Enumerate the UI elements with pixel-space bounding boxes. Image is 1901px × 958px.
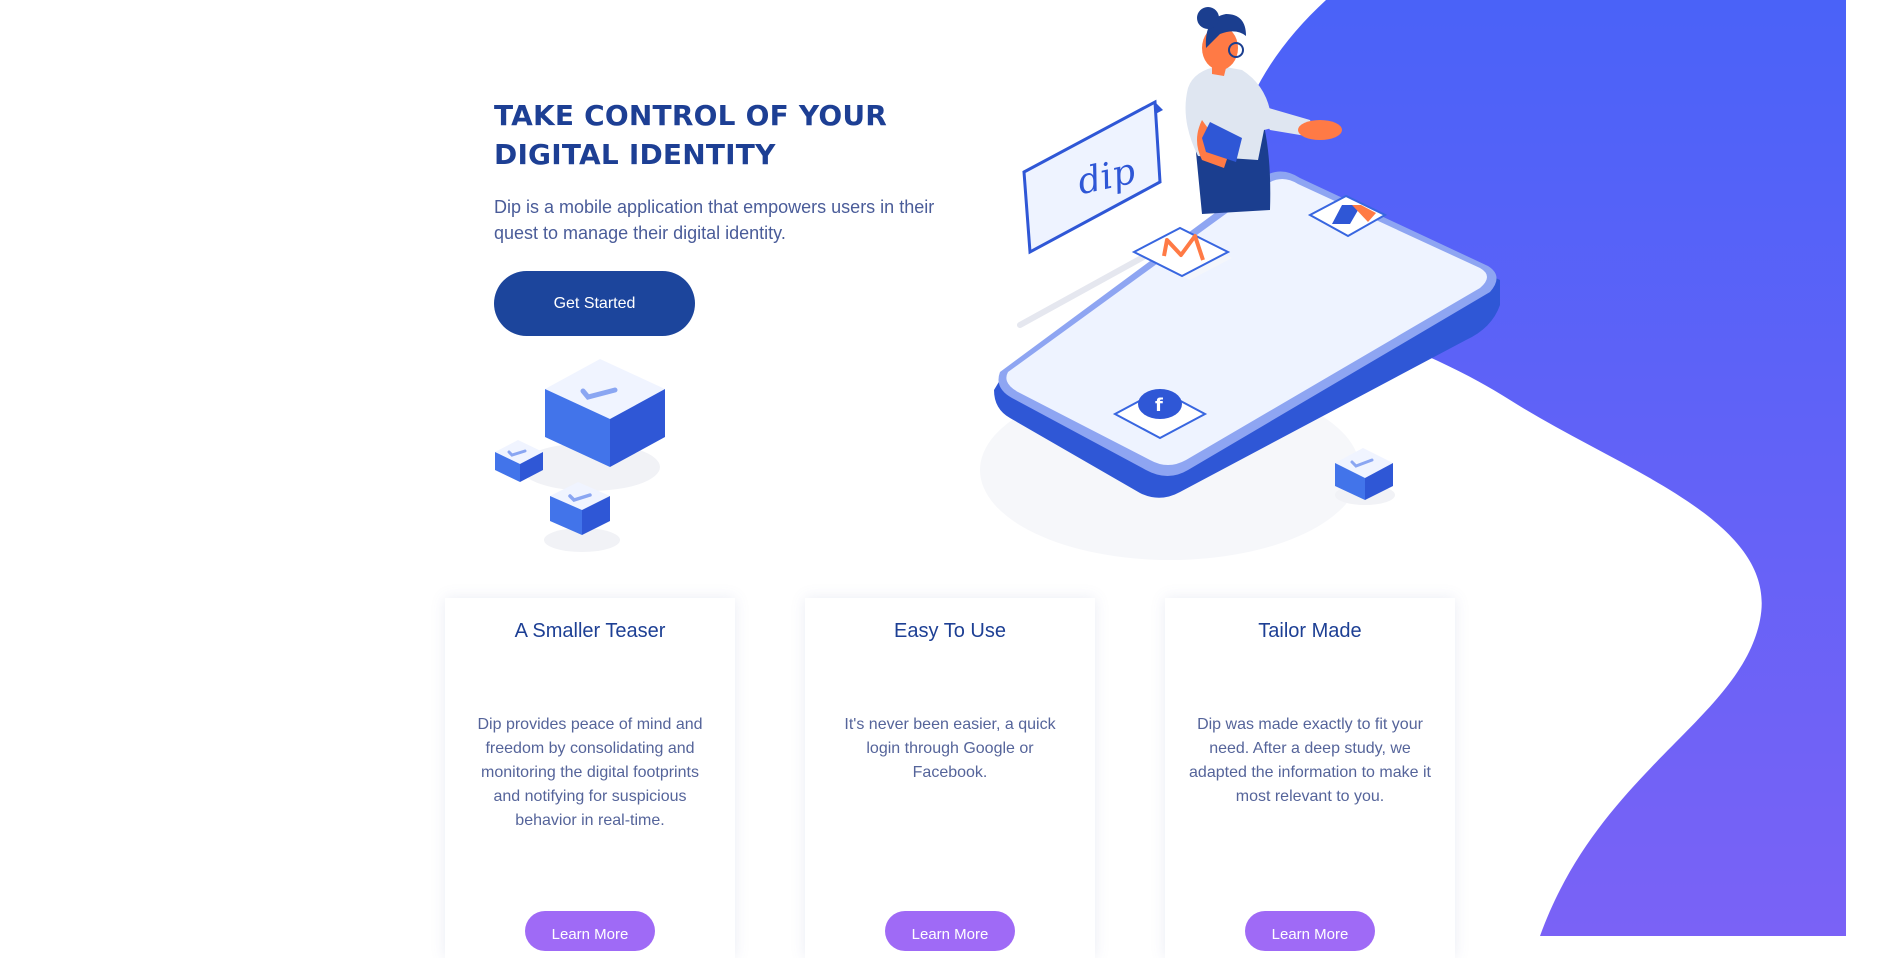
hero-title-line2: DIGITAL IDENTITY [494, 138, 776, 171]
learn-more-button[interactable]: Learn More [525, 911, 655, 951]
feature-text: It's never been easier, a quick login th… [844, 716, 1056, 781]
learn-more-button[interactable]: Learn More [885, 911, 1015, 951]
feature-card-tailor-made: Tailor Made Dip was made exactly to fit … [1165, 598, 1455, 958]
woman-character [1185, 7, 1342, 214]
feature-text: Dip provides peace of mind and freedom b… [477, 716, 703, 829]
right-margin [1846, 0, 1901, 936]
feature-title: Easy To Use [894, 620, 1006, 642]
feature-text: Dip was made exactly to fit your need. A… [1189, 716, 1431, 805]
learn-more-button[interactable]: Learn More [1245, 911, 1375, 951]
feature-card-teaser: A Smaller Teaser Dip provides peace of m… [445, 598, 735, 958]
facebook-letter: f [1155, 395, 1163, 416]
dip-sign: dip [1022, 99, 1163, 255]
phone-illustration: dip f [980, 7, 1500, 560]
feature-title: A Smaller Teaser [514, 620, 666, 642]
feature-title: Tailor Made [1258, 620, 1362, 642]
checkmark-boxes-illustration [495, 359, 665, 552]
hero-title-line1: TAKE CONTROL OF YOUR [494, 99, 888, 132]
get-started-button[interactable]: Get Started [494, 271, 695, 336]
hero-title: TAKE CONTROL OF YOUR DIGITAL IDENTITY [494, 96, 887, 174]
feature-card-easy-to-use: Easy To Use It's never been easier, a qu… [805, 598, 1095, 958]
hero-subtitle: Dip is a mobile application that empower… [494, 197, 935, 243]
